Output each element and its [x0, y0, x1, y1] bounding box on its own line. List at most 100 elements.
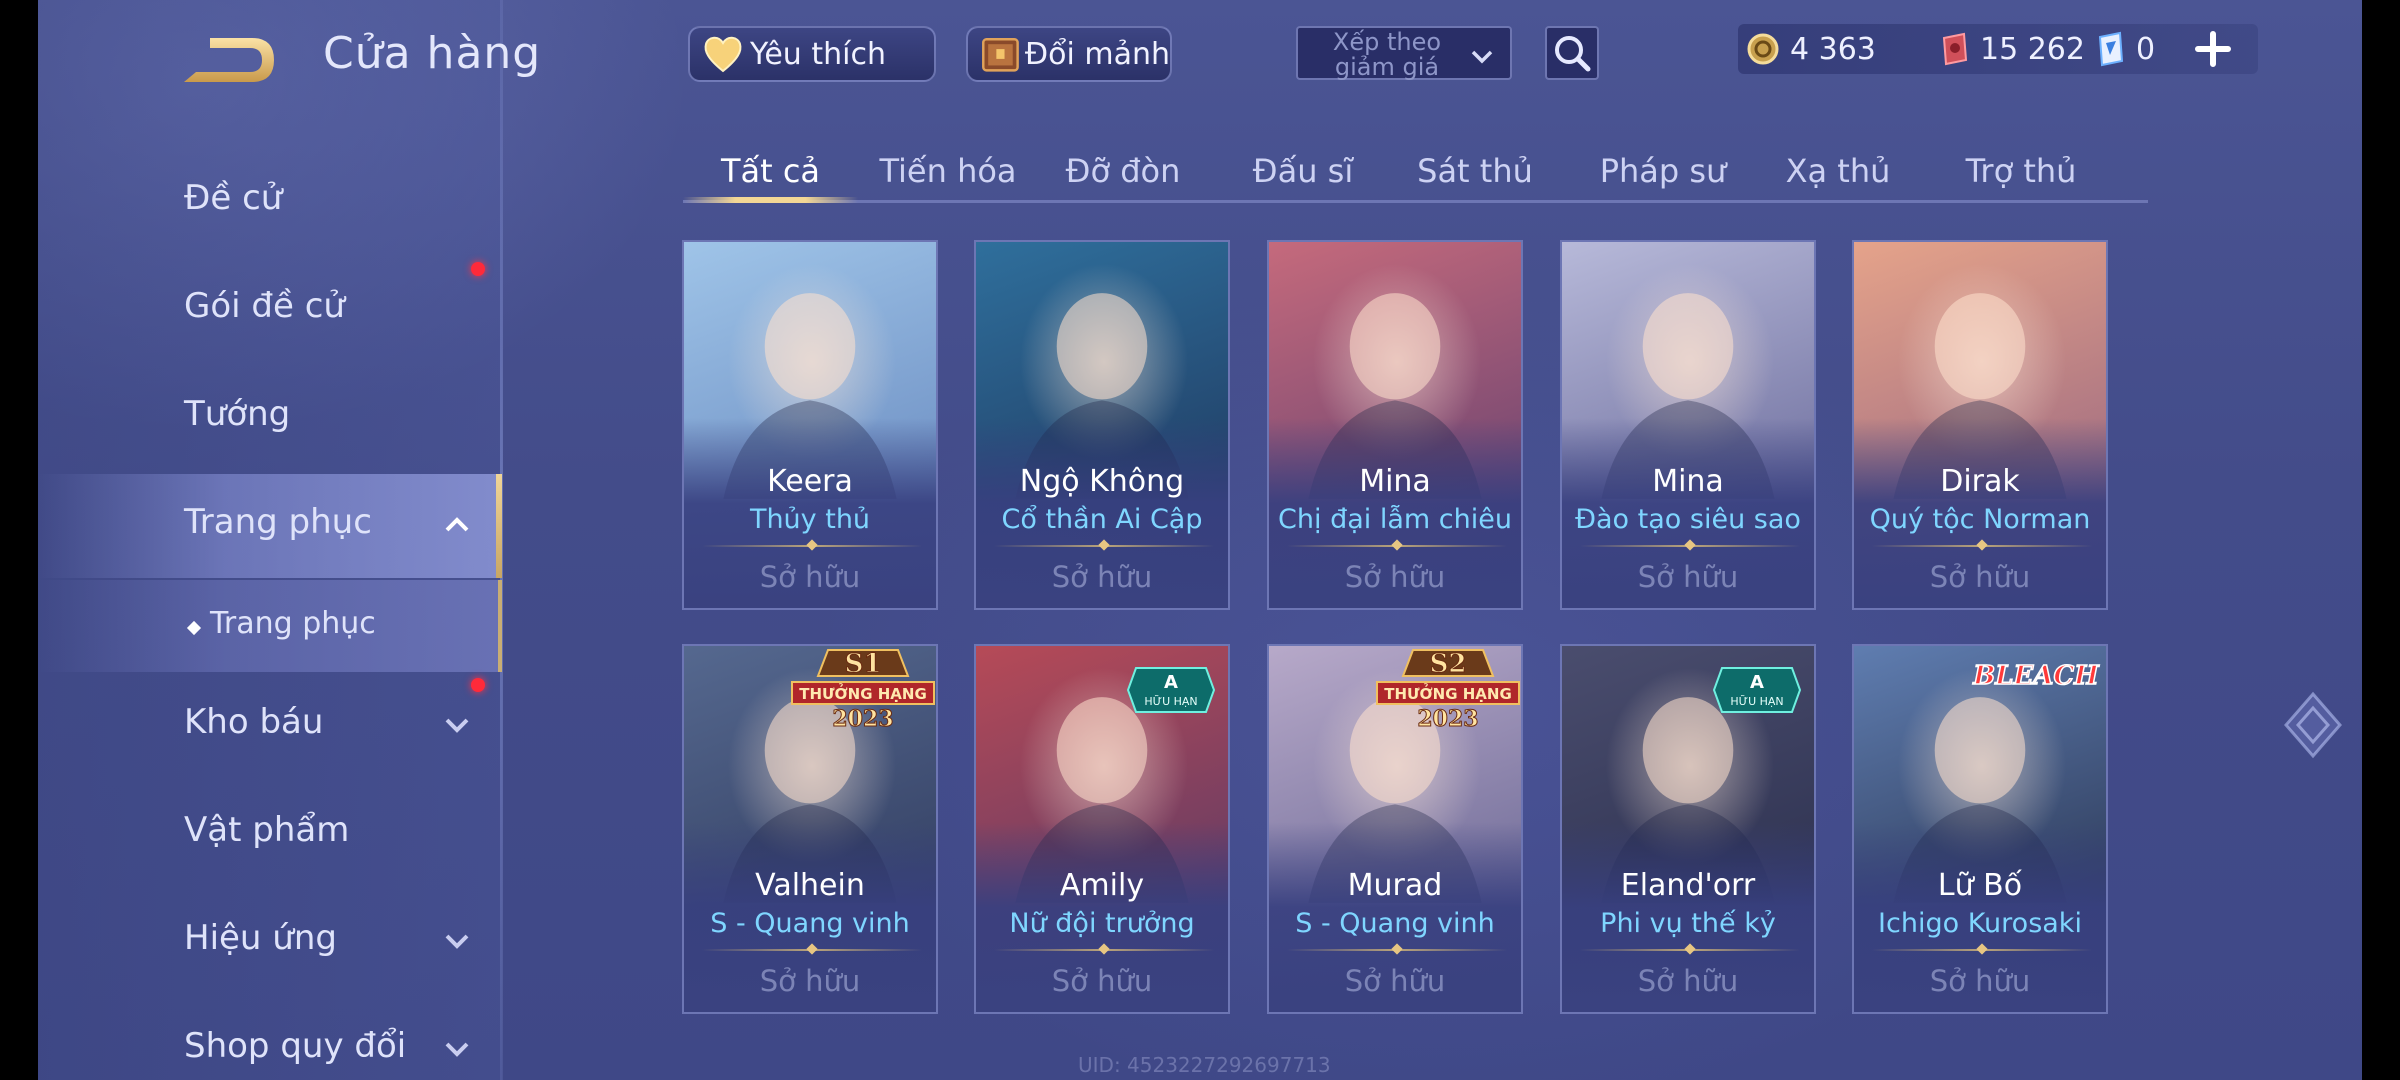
- owned-status: Sở hữu: [1344, 560, 1446, 594]
- sidebar-item-label: Vật phẩm: [184, 810, 350, 850]
- skin-name: Ichigo Kurosaki: [1878, 908, 2082, 939]
- skin-name: Cổ thần Ai Cập: [1001, 504, 1203, 535]
- skin-card[interactable]: Valhein S - Quang vinh Sở hữu S1 THƯỞNG HẠNG…: [682, 644, 938, 1014]
- sidebar-subitem-skins[interactable]: Trang phục: [38, 580, 502, 672]
- add-currency-button[interactable]: [2192, 28, 2234, 70]
- bullet-diamond-icon: [186, 620, 202, 636]
- chevron-down-icon: [445, 718, 469, 733]
- badge-limited-text: HỮU HẠN: [1730, 695, 1783, 708]
- tab-marksman[interactable]: Xạ thủ: [1758, 152, 1918, 216]
- tab-mage[interactable]: Pháp sư: [1573, 152, 1753, 216]
- sidebar-item-label: Shop quy đổi: [184, 1026, 407, 1066]
- tab-evolution[interactable]: Tiến hóa: [863, 152, 1033, 216]
- owned-status: Sở hữu: [1929, 560, 2031, 594]
- gold-coin-icon: [1747, 33, 1779, 65]
- exchange-shards-label: Đổi mảnh: [1024, 36, 1170, 72]
- tab-assassin[interactable]: Sát thủ: [1395, 152, 1555, 216]
- owned-status: Sở hữu: [1051, 560, 1153, 594]
- sidebar-item-label: Đề cử: [184, 178, 283, 218]
- skin-name: Quý tộc Norman: [1869, 504, 2091, 535]
- tab-support[interactable]: Trợ thủ: [1936, 152, 2106, 216]
- season-rank-badge: S1 THƯỞNG HẠNG 2023: [791, 649, 935, 733]
- badge-year: 2023: [1417, 706, 1478, 732]
- hero-name: Eland'orr: [1620, 868, 1756, 903]
- sidebar-item-recommended[interactable]: Đề cử: [38, 150, 502, 250]
- tab-tank[interactable]: Đỡ đòn: [1043, 152, 1203, 216]
- chevron-down-icon: [1471, 50, 1493, 64]
- voucher-currency-value: 15 262: [1980, 31, 2085, 67]
- skin-name: Chị đại lẫm chiêu: [1278, 504, 1512, 535]
- chevron-down-icon: [445, 1042, 469, 1057]
- back-button[interactable]: [180, 30, 280, 90]
- exchange-shards-button[interactable]: Đổi mảnh: [966, 26, 1172, 82]
- owned-status: Sở hữu: [759, 964, 861, 998]
- uid-watermark: UID: 4523227292697713: [1078, 1053, 1331, 1077]
- skin-card[interactable]: Mina Đào tạo siêu sao Sở hữu: [1560, 240, 1816, 610]
- sidebar-item-label: Hiệu ứng: [184, 918, 337, 958]
- back-arrow-icon: [184, 38, 274, 82]
- skin-card[interactable]: Eland'orr Phi vụ thế kỷ Sở hữu A HỮU HẠN: [1560, 644, 1816, 1014]
- skin-card[interactable]: Amily Nữ đội trưởng Sở hữu A HỮU HẠN: [974, 644, 1230, 1014]
- sidebar-item-recommended-packs[interactable]: Gói đề cử: [38, 258, 502, 358]
- owned-status: Sở hữu: [1637, 964, 1739, 998]
- hero-name: Dirak: [1940, 464, 2020, 499]
- card-currency: 0: [2096, 24, 2155, 74]
- tab-all[interactable]: Tất cả: [683, 152, 858, 216]
- skin-card[interactable]: Keera Thủy thủ Sở hữu: [682, 240, 938, 610]
- search-button[interactable]: [1545, 26, 1599, 80]
- floating-diamond-button[interactable]: [2278, 690, 2348, 760]
- notification-dot: [471, 262, 485, 276]
- chevron-up-icon: [445, 517, 469, 532]
- tab-fighter[interactable]: Đấu sĩ: [1223, 152, 1383, 216]
- skin-card[interactable]: Murad S - Quang vinh Sở hữu S2 THƯỞNG HẠNG 20…: [1267, 644, 1523, 1014]
- heart-icon: [704, 36, 742, 73]
- sidebar-item-label: Trang phục: [184, 502, 372, 542]
- season-rank-badge: S2 THƯỞNG HẠNG 2023: [1376, 649, 1520, 733]
- badge-limited-text: HỮU HẠN: [1144, 695, 1197, 708]
- skin-name: S - Quang vinh: [1295, 908, 1495, 939]
- sidebar-item-skins[interactable]: Trang phục: [38, 474, 502, 578]
- sidebar-item-heroes[interactable]: Tướng: [38, 366, 502, 466]
- ruby-voucher-icon: [1942, 32, 1968, 66]
- hero-name: Lữ Bố: [1937, 868, 2023, 903]
- badge-collab-text: BLEACH: [1972, 661, 2100, 691]
- active-tab-indicator: [683, 197, 858, 203]
- skin-card[interactable]: Mina Chị đại lẫm chiêu Sở hữu: [1267, 240, 1523, 610]
- hero-name: Keera: [767, 464, 853, 499]
- sidebar-item-effects[interactable]: Hiệu ứng: [38, 890, 502, 990]
- badge-grade: A: [1164, 672, 1178, 693]
- hero-name: Mina: [1652, 464, 1724, 499]
- skin-card[interactable]: Lữ Bố Ichigo Kurosaki Sở hữu BLEACH: [1852, 644, 2108, 1014]
- skin-card[interactable]: Ngộ Không Cổ thần Ai Cập Sở hữu: [974, 240, 1230, 610]
- owned-status: Sở hữu: [1051, 964, 1153, 998]
- hero-name: Mina: [1359, 464, 1431, 499]
- treasure-chest-icon: [982, 38, 1019, 72]
- notification-dot: [471, 678, 485, 692]
- tabs-divider: [683, 200, 2148, 203]
- skin-name: Phi vụ thế kỷ: [1600, 908, 1776, 939]
- hero-name: Valhein: [755, 868, 865, 903]
- diamond-emblem-icon: [2284, 691, 2342, 759]
- sidebar-item-items[interactable]: Vật phẩm: [38, 782, 502, 882]
- sort-dropdown-value: Xếp theo giảm giá: [1332, 28, 1442, 81]
- sidebar-item-treasure[interactable]: Kho báu: [38, 674, 502, 774]
- role-tabs: Tất cả Tiến hóa Đỡ đòn Đấu sĩ Sát thủ Ph…: [683, 140, 2148, 204]
- favorites-button[interactable]: Yêu thích: [688, 26, 936, 82]
- shop-screen: Cửa hàng Đề cử Gói đề cử Tướng Trang phụ…: [38, 0, 2362, 1080]
- search-icon: [1555, 36, 1591, 72]
- sidebar-item-label: Kho báu: [184, 702, 324, 742]
- sort-dropdown[interactable]: Xếp theo giảm giá: [1296, 26, 1512, 80]
- hero-name: Murad: [1347, 868, 1443, 903]
- badge-season: S2: [1430, 649, 1467, 679]
- hero-name: Ngộ Không: [1019, 464, 1185, 499]
- owned-status: Sở hữu: [1929, 964, 2031, 998]
- card-currency-value: 0: [2136, 31, 2156, 67]
- sidebar-item-exchange-shop[interactable]: Shop quy đổi: [38, 998, 502, 1080]
- skin-name: Thủy thủ: [749, 504, 871, 535]
- skin-name: S - Quang vinh: [710, 908, 910, 939]
- sidebar-subitem-label: Trang phục: [210, 606, 376, 641]
- hero-name: Amily: [1059, 868, 1145, 903]
- skin-name: Đào tạo siêu sao: [1575, 504, 1801, 535]
- skin-card[interactable]: Dirak Quý tộc Norman Sở hữu: [1852, 240, 2108, 610]
- collab-badge: BLEACH: [1971, 660, 2100, 692]
